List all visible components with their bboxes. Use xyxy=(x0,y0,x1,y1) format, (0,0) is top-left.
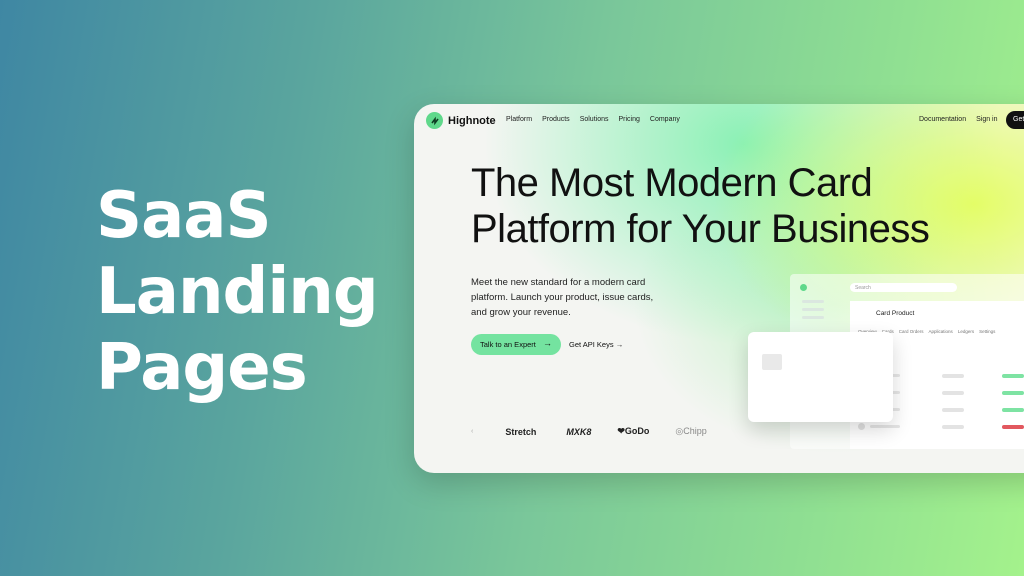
arrow-right-icon: → xyxy=(543,338,552,348)
nav-item-solutions[interactable]: Solutions xyxy=(580,116,609,123)
nav-right: Documentation Sign in xyxy=(919,116,998,123)
nav-item-pricing[interactable]: Pricing xyxy=(618,116,639,123)
talk-to-expert-button[interactable]: Talk to an Expert → xyxy=(471,334,561,355)
nav-item-platform[interactable]: Platform xyxy=(506,116,532,123)
brand-logo[interactable]: Highnote xyxy=(426,112,496,129)
page-headline: The Most Modern Card Platform for Your B… xyxy=(471,160,991,252)
logo-chipp: ◎Chipp xyxy=(675,426,706,437)
hero-line-3: Pages xyxy=(96,331,308,405)
get-api-keys-link[interactable]: Get API Keys → xyxy=(569,340,623,349)
tab-settings[interactable]: Settings xyxy=(979,329,995,334)
partner-logos: ‹ Stretch MXK8 ❤GoDo ◎Chipp xyxy=(471,426,707,437)
card-chip-icon xyxy=(762,354,782,370)
hero-title: SaaS Landing Pages xyxy=(96,178,379,406)
brand-name: Highnote xyxy=(448,114,496,127)
logo-chipp-text: Chipp xyxy=(683,426,707,436)
dashboard-logo-icon xyxy=(800,284,807,291)
dashboard-search-input[interactable]: Search xyxy=(850,283,957,292)
logo-mxk8: MXK8 xyxy=(566,426,592,437)
hero-line-2: Landing xyxy=(96,255,379,329)
panel-title: Card Product xyxy=(876,310,915,317)
carousel-left-icon: ‹ xyxy=(471,428,474,435)
documentation-link[interactable]: Documentation xyxy=(919,116,966,123)
hero-subtext: Meet the new standard for a modern card … xyxy=(471,277,654,318)
logo-godo-text: GoDo xyxy=(624,426,650,436)
nav-links: Platform Products Solutions Pricing Comp… xyxy=(506,116,680,123)
hero-line-1: SaaS xyxy=(96,179,272,253)
sign-in-link[interactable]: Sign in xyxy=(976,116,997,123)
nav-item-company[interactable]: Company xyxy=(650,116,680,123)
tab-card-orders[interactable]: Card Orders xyxy=(899,329,924,334)
logo-godo: ❤GoDo xyxy=(617,426,649,437)
highnote-logo-icon xyxy=(426,112,443,129)
table-row xyxy=(858,423,1024,430)
website-screenshot: Highnote Platform Products Solutions Pri… xyxy=(414,104,1024,473)
headline-line-1: The Most Modern Card xyxy=(471,161,873,205)
godo-heart-icon: ❤ xyxy=(617,426,625,436)
card-mockup xyxy=(748,332,893,422)
sidebar-item xyxy=(802,308,824,311)
sidebar-item xyxy=(802,316,824,319)
top-nav: Highnote Platform Products Solutions Pri… xyxy=(414,104,1024,137)
tab-ledgers[interactable]: Ledgers xyxy=(958,329,974,334)
get-started-button[interactable]: Get xyxy=(1006,111,1024,129)
logo-stretch: Stretch xyxy=(505,426,537,437)
nav-item-products[interactable]: Products xyxy=(542,116,570,123)
sidebar-item xyxy=(802,300,824,303)
tab-applications[interactable]: Applications xyxy=(929,329,953,334)
talk-to-expert-label: Talk to an Expert xyxy=(480,340,536,349)
headline-line-2: Platform for Your Business xyxy=(471,207,930,251)
